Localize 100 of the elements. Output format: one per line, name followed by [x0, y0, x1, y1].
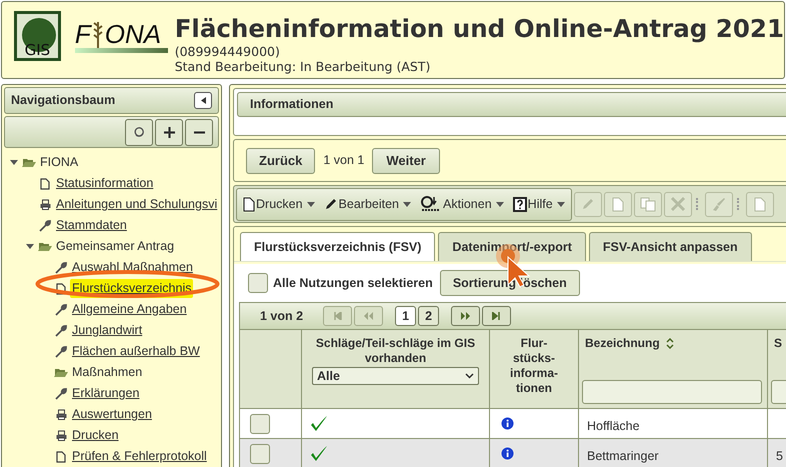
printer-icon [56, 409, 66, 420]
info-icon[interactable] [501, 417, 514, 430]
page-icon [243, 196, 255, 212]
pencil-icon [580, 197, 595, 211]
brush-icon [712, 196, 726, 212]
toolbar-menu[interactable]: Drucken [243, 194, 315, 214]
expand-arrow-icon[interactable] [26, 244, 34, 249]
nav-link[interactable]: Erklärungen [70, 384, 142, 403]
tab[interactable]: Flurstücksverzeichnis (FSV) [240, 232, 436, 261]
page-icon [56, 282, 66, 294]
page-icon [56, 450, 66, 462]
info-title: Informationen [250, 96, 334, 114]
toolbar-grip [736, 198, 740, 210]
caret-icon [403, 202, 412, 206]
checkbox-label: Alle Nutzungen selektieren [273, 274, 433, 292]
expand-all-button[interactable] [155, 118, 183, 146]
nav-link[interactable]: Junglandwirt [70, 321, 144, 340]
sort-icon[interactable] [666, 338, 674, 350]
toolbar-menu[interactable]: Bearbeiten [324, 194, 412, 214]
table-cell: Hoffläche [587, 419, 640, 433]
minus-icon [194, 130, 204, 134]
next-page-icon [461, 312, 470, 320]
pencil-icon [324, 197, 338, 211]
next-button[interactable]: Weiter [372, 148, 440, 174]
refresh-button[interactable] [125, 118, 153, 146]
filter-select[interactable]: Alle [312, 367, 479, 385]
next-page-button[interactable] [451, 306, 480, 326]
page-title: Flächeninformation und Online-Antrag 2021 [174, 14, 784, 44]
page-position: 1 von 2 [260, 308, 304, 325]
tab[interactable]: Datenimport/-export [438, 232, 586, 261]
help-icon [512, 196, 527, 212]
wrench-icon [55, 262, 67, 274]
first-page-icon [333, 312, 342, 320]
record-position: 1 von 1 [323, 152, 364, 170]
column-title: Schläge/Teil-schläge im GIS vorhanden [316, 336, 476, 366]
folder-icon [54, 367, 68, 378]
page-number[interactable]: 2 [418, 306, 440, 326]
last-page-icon [492, 312, 502, 320]
previous-page-button[interactable] [354, 306, 384, 326]
wrench-icon [39, 220, 51, 232]
printer-icon [40, 199, 50, 210]
printer-icon [56, 430, 66, 441]
nav-link[interactable]: Allgemeine Angaben [70, 300, 189, 319]
wrench-icon [55, 346, 67, 358]
copy-icon [640, 196, 656, 212]
close-icon [670, 196, 686, 212]
nav-link[interactable]: Flächen außerhalb BW [70, 342, 202, 361]
tab[interactable]: FSV-Ansicht anpassen [588, 232, 752, 261]
column-title: Bezeichnung [585, 336, 674, 351]
page-number[interactable]: 1 [395, 306, 416, 326]
logo-text: ONA [104, 20, 162, 48]
customer-id: (089994449000) [174, 44, 281, 59]
panel-title: Navigationsbaum [11, 92, 116, 110]
page-icon [612, 196, 624, 212]
nav-link[interactable]: Stammdaten [54, 216, 129, 235]
wrench-icon [55, 304, 67, 316]
expand-arrow-icon[interactable] [10, 160, 18, 165]
caret-icon [556, 202, 565, 206]
filter-input[interactable] [771, 380, 786, 404]
toolbar-menu[interactable]: Aktionen [420, 194, 504, 214]
row-checkbox[interactable] [250, 444, 270, 464]
last-page-button[interactable] [482, 306, 512, 326]
table-row[interactable]: Hoffläche [239, 409, 786, 439]
nav-link[interactable]: Drucken [70, 426, 121, 445]
wrench-icon [55, 388, 67, 400]
row-checkbox[interactable] [250, 414, 270, 434]
folder-label[interactable]: Maßnahmen [70, 363, 144, 382]
chevron-down-icon [465, 373, 474, 379]
page-icon [40, 178, 50, 190]
first-page-button[interactable] [323, 306, 352, 326]
logo-text: F [74, 20, 91, 48]
left-arrow-icon [200, 97, 206, 104]
info-icon[interactable] [501, 447, 514, 460]
folder-label[interactable]: FIONA [38, 153, 80, 172]
column-title: S [774, 336, 782, 351]
back-button[interactable]: Zurück [246, 148, 316, 174]
collapse-all-button[interactable] [185, 118, 213, 146]
nav-link[interactable]: Auswahl Maßnahmen [70, 258, 195, 277]
folder-icon [38, 241, 52, 252]
plus-icon [164, 126, 174, 138]
caret-icon [306, 202, 315, 206]
toolbar-grip [696, 198, 699, 210]
nav-link[interactable]: Auswertungen [70, 405, 154, 424]
nav-link[interactable]: Prüfen & Fehlerprotokoll [70, 447, 209, 466]
table-row[interactable]: Bettmaringer 5 [239, 439, 786, 467]
column-title: Flur-stücks-informa-tionen [509, 336, 559, 396]
nav-link[interactable]: Anleitungen und Schulungsvi [54, 195, 220, 214]
wrench-icon [55, 324, 67, 336]
toolbar-menu[interactable]: Hilfe [512, 194, 565, 214]
nav-link[interactable]: Statusinformation [54, 174, 156, 193]
folder-label[interactable]: Gemeinsamer Antrag [54, 237, 176, 256]
collapse-button[interactable] [194, 92, 212, 109]
caret-icon [496, 202, 504, 206]
filter-input[interactable] [582, 380, 762, 404]
previous-page-icon [364, 312, 374, 320]
table-cell: Bettmaringer [587, 449, 659, 463]
table-cell: 5 [776, 449, 783, 463]
checkbox[interactable] [248, 273, 268, 293]
status-line: Stand Bearbeitung: In Bearbeitung (AST) [174, 59, 432, 74]
folder-icon [22, 157, 36, 168]
